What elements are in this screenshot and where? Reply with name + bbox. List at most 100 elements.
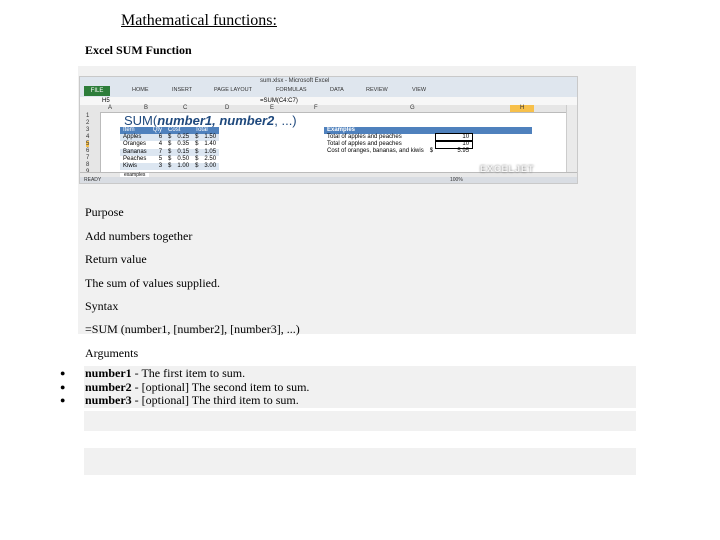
purpose-heading: Purpose	[85, 205, 124, 219]
table-cell: Bananas	[120, 148, 150, 156]
row-header: 3	[86, 127, 90, 133]
table-cell: 2.50	[204, 155, 217, 162]
ribbon-tab-review: REVIEW	[366, 87, 388, 93]
row-header: 6	[86, 148, 90, 154]
table-cell: 0.25	[174, 134, 193, 142]
table-cell: $	[195, 141, 199, 148]
table-cell: $	[168, 141, 172, 148]
table-cell: 0.50	[177, 155, 190, 162]
table-cell: $	[168, 155, 172, 162]
table-cell: 1.40	[204, 141, 217, 148]
return-text: The sum of values supplied.	[85, 276, 220, 290]
column-header: D	[225, 105, 230, 111]
example-label: Cost of oranges, bananas, and kiwis	[327, 148, 424, 155]
table-row: Apples 6 $0.25 $1.50	[120, 134, 220, 142]
column-headers: A B C D E F G H	[80, 105, 577, 113]
excel-ribbon: FILE HOME INSERT PAGE LAYOUT FORMULAS DA…	[80, 77, 577, 97]
table-cell: $	[165, 134, 175, 142]
table-cell: 1.00	[174, 162, 193, 171]
example-value: 10	[435, 140, 474, 150]
watermark-logo: EXCELJET	[480, 164, 535, 174]
list-item: ● number2 - [optional] The second item to…	[60, 379, 310, 395]
table-row: Kiwis 3 $1.00 $3.00	[120, 162, 220, 171]
page-title: Mathematical functions:	[121, 12, 277, 29]
name-box: H5	[102, 98, 110, 104]
ribbon-tab-insert: INSERT	[172, 87, 193, 93]
table-cell: 7	[149, 148, 166, 156]
function-signature: SUM(number1, number2, ...)	[124, 113, 297, 128]
empty-panel	[84, 448, 636, 475]
table-cell: $	[192, 162, 202, 171]
table-header: Total	[192, 127, 220, 135]
window-title: sum.xlsx - Microsoft Excel	[260, 78, 330, 84]
return-heading: Return value	[85, 252, 147, 266]
ribbon-tab-home: HOME	[132, 87, 149, 93]
table-cell: 1.50	[201, 134, 220, 142]
table-cell: $	[192, 148, 202, 156]
column-header: E	[270, 105, 275, 111]
row-header: 8	[86, 162, 90, 168]
example-currency	[427, 141, 436, 148]
status-ready: READY	[84, 177, 102, 183]
list-item: ● number1 - The first item to sum.	[60, 366, 309, 381]
table-row: Peaches 5 $0.50 $2.50	[120, 156, 219, 163]
examples-header: Examples	[324, 127, 532, 134]
examples-table: Total of apples and peaches 10 Total of …	[324, 132, 474, 156]
table-cell: 0.35	[177, 141, 190, 148]
row-header: 1	[86, 113, 90, 119]
column-header: F	[314, 105, 318, 111]
argument-desc: - The first item to sum.	[131, 366, 246, 380]
argument-name: number2	[85, 379, 132, 394]
bullet-icon: ●	[60, 395, 66, 405]
row-header: 2	[86, 120, 90, 126]
row-header: 7	[86, 155, 90, 161]
table-cell: Oranges	[123, 141, 147, 148]
bullet-icon: ●	[60, 368, 66, 378]
row-headers: 1 2 3 4 5 6 7 8 9	[80, 112, 101, 175]
vertical-scrollbar[interactable]	[566, 105, 577, 172]
table-header: Cost	[165, 127, 193, 135]
example-value: 10	[435, 132, 474, 143]
example-currency: $	[429, 148, 434, 155]
row-header: 4	[86, 134, 90, 140]
table-row: Oranges 4 $0.35 $1.40	[120, 141, 219, 148]
table-row: Bananas 7 $0.15 $1.05	[120, 148, 220, 156]
status-bar: READY 100%	[80, 177, 577, 183]
list-item: ● number3 - [optional] The third item to …	[60, 393, 309, 408]
arguments-heading: Arguments	[85, 346, 139, 360]
signature-suffix: , ...)	[274, 113, 297, 128]
argument-desc: - [optional] The second item to sum.	[131, 379, 310, 394]
table-cell: 3.00	[201, 162, 220, 171]
arguments-list: ● number1 - The first item to sum. ● numbe…	[60, 366, 310, 408]
zoom-level: 100%	[450, 177, 463, 183]
example-currency	[427, 134, 436, 141]
table-cell: 4	[158, 141, 163, 148]
table-cell: Kiwis	[120, 162, 150, 171]
argument-name: number1	[85, 366, 132, 380]
column-header: A	[108, 105, 113, 111]
section-subtitle: Excel SUM Function	[85, 43, 192, 57]
table-cell: $	[165, 148, 175, 156]
table-cell: 0.15	[174, 148, 193, 156]
table-header: Qty	[149, 127, 166, 135]
excel-screenshot: FILE HOME INSERT PAGE LAYOUT FORMULAS DA…	[79, 76, 578, 184]
table-cell: 6	[149, 134, 166, 142]
empty-panel	[84, 411, 636, 431]
data-table: Item Qty Cost Total Apples 6 $0.25 $1.50 Ora…	[120, 127, 220, 171]
table-cell: 1.05	[201, 148, 220, 156]
example-label: Total of apples and peaches	[327, 141, 402, 148]
table-cell: $	[165, 162, 175, 171]
table-cell: $	[192, 134, 202, 142]
row-header-selected: 5	[86, 141, 90, 147]
table-cell: 5	[158, 155, 163, 162]
argument-desc: - [optional] The third item to sum.	[131, 393, 299, 407]
ribbon-tab-view: VIEW	[412, 87, 427, 93]
table-cell: 3	[149, 162, 166, 171]
ribbon-tab-formulas: FORMULAS	[276, 87, 307, 93]
bullet-icon: ●	[60, 381, 66, 392]
signature-prefix: SUM(	[124, 113, 158, 128]
column-header: C	[183, 105, 188, 111]
column-header: B	[144, 105, 149, 111]
ribbon-tab-data: DATA	[330, 87, 344, 93]
table-cell: Apples	[120, 134, 150, 142]
